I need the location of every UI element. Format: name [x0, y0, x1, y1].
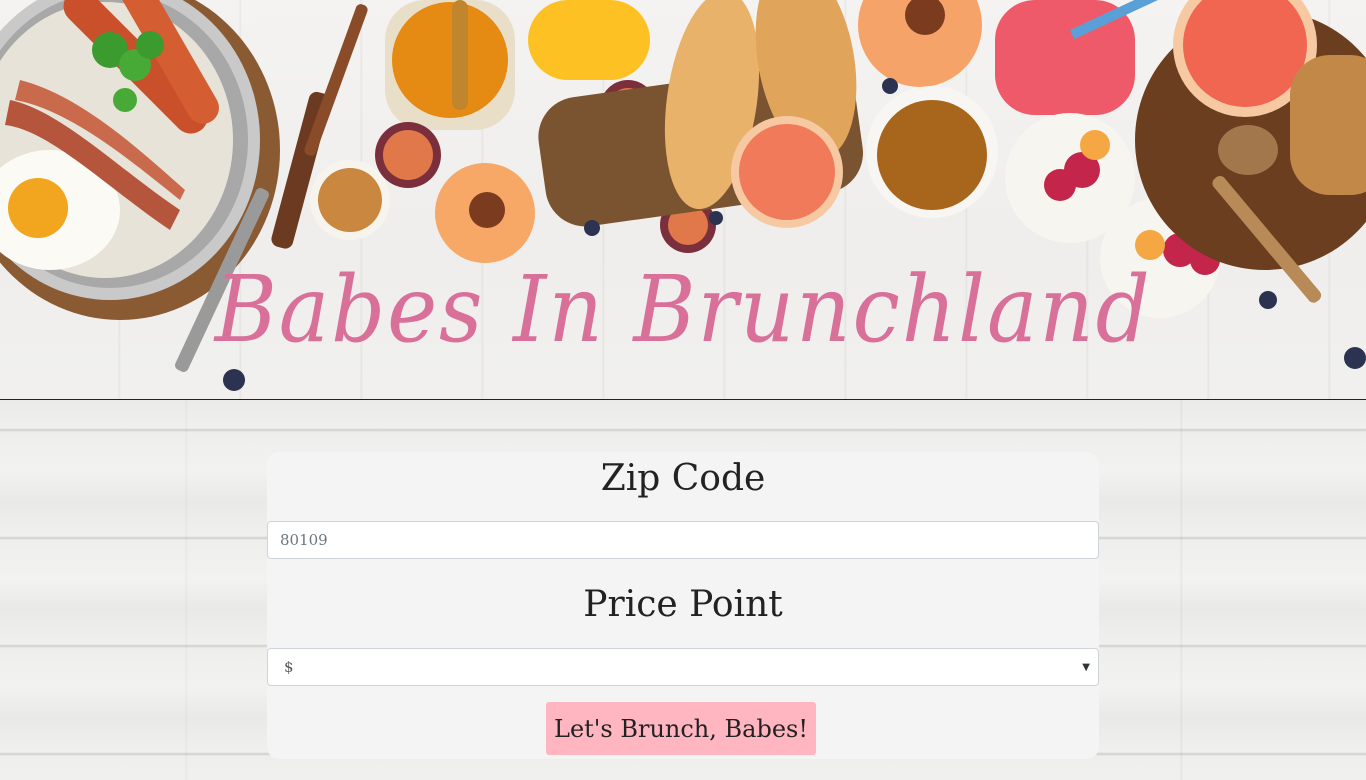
price-point-selected-value: $	[284, 658, 294, 676]
chevron-down-icon: ▼	[1082, 661, 1090, 673]
zip-code-heading: Zip Code	[600, 458, 766, 499]
site-title: Babes In Brunchland	[214, 256, 1152, 363]
header-banner: Babes In Brunchland	[0, 0, 1366, 400]
price-point-select[interactable]: $ ▼	[267, 648, 1099, 686]
search-form-card: Zip Code Price Point $ ▼ Let's Brunch, B…	[267, 452, 1099, 759]
zip-code-input[interactable]	[267, 521, 1099, 559]
price-point-heading: Price Point	[583, 584, 783, 625]
lets-brunch-button[interactable]: Let's Brunch, Babes!	[546, 702, 816, 755]
